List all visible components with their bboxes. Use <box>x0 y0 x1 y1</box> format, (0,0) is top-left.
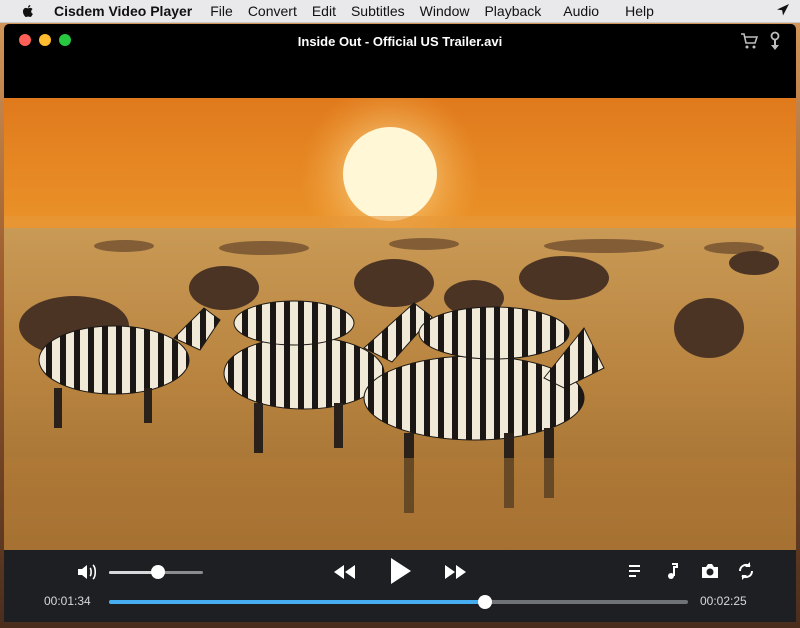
volume-slider[interactable] <box>109 565 203 579</box>
menu-playback[interactable]: Playback <box>484 3 541 19</box>
elapsed-time: 00:01:34 <box>44 594 91 608</box>
cart-icon[interactable] <box>740 32 758 50</box>
window-title: Inside Out - Official US Trailer.avi <box>297 34 503 49</box>
menu-window[interactable]: Window <box>420 3 470 19</box>
total-time: 00:02:25 <box>700 594 747 608</box>
apple-icon[interactable] <box>20 3 36 19</box>
pin-icon[interactable] <box>768 31 782 51</box>
play-icon[interactable] <box>388 556 412 586</box>
menu-bar: Cisdem Video Player File Convert Edit Su… <box>0 0 800 23</box>
volume-icon[interactable] <box>76 562 98 582</box>
player-window: Inside Out - Official US Trailer.avi 00:… <box>4 24 796 622</box>
fast-forward-icon[interactable] <box>444 562 468 582</box>
menu-audio[interactable]: Audio <box>563 3 599 19</box>
music-note-icon[interactable] <box>664 562 680 580</box>
menu-subtitles[interactable]: Subtitles <box>351 3 405 19</box>
volume-thumb[interactable] <box>150 565 165 579</box>
playlist-icon[interactable] <box>628 563 642 579</box>
title-bar[interactable]: Inside Out - Official US Trailer.avi <box>4 24 796 60</box>
location-arrow-icon <box>777 4 789 16</box>
control-bar: 00:01:34 00:02:25 <box>4 550 796 622</box>
seek-bar[interactable] <box>109 595 688 609</box>
video-scene <box>4 98 796 550</box>
loop-icon[interactable] <box>736 561 756 581</box>
seek-thumb[interactable] <box>478 595 493 609</box>
menu-file[interactable]: File <box>210 3 233 19</box>
camera-icon[interactable] <box>700 562 720 580</box>
menu-help[interactable]: Help <box>625 3 654 19</box>
seek-progress <box>109 600 486 604</box>
rewind-icon[interactable] <box>332 562 356 582</box>
video-frame[interactable] <box>4 98 796 550</box>
menu-app-name[interactable]: Cisdem Video Player <box>54 3 192 19</box>
menu-convert[interactable]: Convert <box>248 3 297 19</box>
menu-edit[interactable]: Edit <box>312 3 336 19</box>
